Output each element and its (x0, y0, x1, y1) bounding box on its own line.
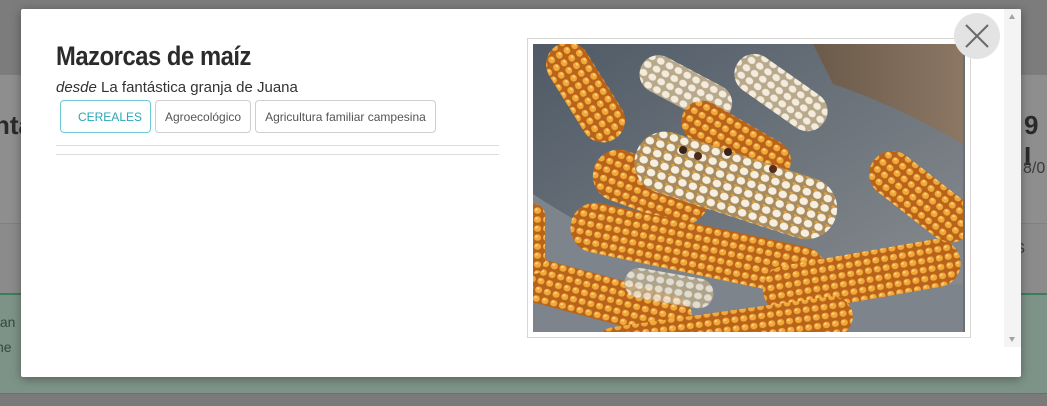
divider (56, 154, 499, 155)
product-image-frame (527, 38, 971, 338)
product-image (533, 44, 965, 332)
background-notice-line1: fan (0, 314, 16, 330)
producer-line: desde La fantástica granja de Juana (56, 79, 298, 96)
tag-list: CEREALES Agroecológico Agricultura famil… (60, 100, 436, 133)
modal-scrollbar[interactable] (1004, 9, 1021, 347)
corn-photo-illustration (533, 44, 965, 332)
background-footer (0, 393, 1047, 406)
scroll-up-arrow-icon[interactable] (1009, 14, 1015, 19)
background-right-date: 8/0 (1020, 160, 1045, 178)
product-modal: Mazorcas de maíz desde La fantástica gra… (21, 9, 1021, 377)
producer-name[interactable]: La fantástica granja de Juana (101, 79, 298, 96)
tag-category[interactable]: CEREALES (60, 100, 151, 133)
product-title: Mazorcas de maíz (56, 41, 252, 71)
tag-agricultura-familiar[interactable]: Agricultura familiar campesina (255, 100, 436, 133)
background-notice-line2: ne (0, 339, 12, 355)
scroll-down-arrow-icon[interactable] (1009, 337, 1015, 342)
close-icon (965, 24, 989, 48)
divider (56, 145, 499, 146)
close-button[interactable] (954, 13, 1000, 59)
tag-agroecologico[interactable]: Agroecológico (155, 100, 252, 133)
from-prefix: desde (56, 79, 97, 96)
